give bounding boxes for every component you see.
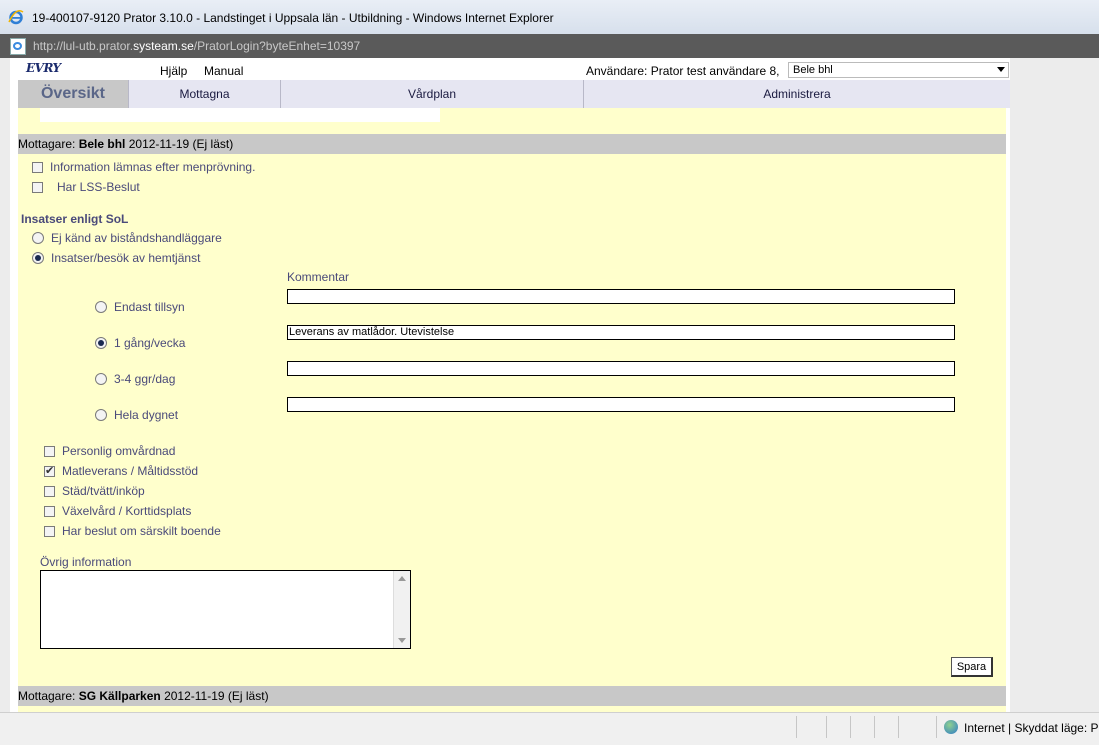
browser-viewport: EVRY Hjälp Manual Användare: Prator test… [0,58,1099,712]
checkbox[interactable] [44,486,55,497]
status-divider [796,716,797,738]
checkbox[interactable] [32,162,43,173]
check-lss-beslut[interactable]: Har LSS-Beslut [32,180,140,194]
check-menprovning[interactable]: Information lämnas efter menprövning. [32,160,255,174]
checkbox[interactable] [44,526,55,537]
radio-hela-dygnet[interactable]: Hela dygnet [95,408,178,422]
checkbox[interactable] [44,446,55,457]
internet-explorer-icon [8,10,24,25]
radio-1-gang-vecka[interactable]: 1 gång/vecka [95,336,185,350]
security-zone[interactable]: Internet | Skyddat läge: På [964,721,1099,735]
page-icon [10,38,26,55]
receiver-name: Bele bhl [78,137,126,151]
section-title-sol: Insatser enligt SoL [21,212,129,226]
radio-hemtjanst[interactable]: Insatser/besök av hemtjänst [32,251,200,265]
chevron-down-icon [997,67,1005,72]
scroll-up-icon[interactable] [398,576,406,581]
help-menu[interactable]: Hjälp [160,64,187,78]
status-divider [850,716,851,738]
radio-endast-tillsyn[interactable]: Endast tillsyn [95,300,185,314]
window-title: 19-400107-9120 Prator 3.10.0 - Landsting… [32,11,554,25]
comment-input-1-gang-vecka[interactable]: Leverans av matlådor. Utevistelse [287,325,955,340]
top-field [40,108,440,122]
checkbox[interactable] [44,464,55,477]
check-stad-tvatt-inkop[interactable]: Städ/tvätt/inköp [44,484,145,498]
tab-mottagna[interactable]: Mottagna [129,80,281,108]
receiver-content: Mottagare: Bele bhl 2012-11-19 (Ej läst)… [18,108,1006,712]
receiver-header-2: Mottagare: SG Källparken 2012-11-19 (Ej … [18,686,1006,706]
other-info-label: Övrig information [40,555,132,569]
check-personlig-omvardnad[interactable]: Personlig omvårdnad [44,444,175,458]
radio-button[interactable] [95,301,107,313]
status-bar: Internet | Skyddat läge: På [0,712,1099,745]
comment-input-endast-tillsyn[interactable] [287,289,955,304]
radio-button[interactable] [32,232,44,244]
main-tabs: Översikt Mottagna Vårdplan Administrera [18,80,1010,108]
receiver-header: Mottagare: Bele bhl 2012-11-19 (Ej läst) [18,134,1006,154]
check-matleverans[interactable]: Matleverans / Måltidsstöd [44,464,198,478]
check-sarskilt-boende[interactable]: Har beslut om särskilt boende [44,524,221,538]
receiver-name-2: SG Källparken [78,689,161,703]
radio-button[interactable] [95,409,107,421]
scrollbar[interactable] [393,571,410,648]
user-label: Användare: Prator test användare 8, [586,64,780,78]
scroll-down-icon[interactable] [398,638,406,643]
status-divider [826,716,827,738]
window-title-bar: 19-400107-9120 Prator 3.10.0 - Landsting… [0,0,1099,35]
radio-3-4-ggr-dag[interactable]: 3-4 ggr/dag [95,372,175,386]
evry-logo: EVRY [26,61,61,75]
radio-button[interactable] [95,337,107,349]
tab-administrera[interactable]: Administrera [584,80,1010,108]
status-divider [898,716,899,738]
status-divider [874,716,875,738]
globe-icon [944,720,958,734]
unit-select[interactable]: Bele bhl [788,62,1009,78]
check-vaxelvard[interactable]: Växelvård / Korttidsplats [44,504,191,518]
other-info-textarea[interactable] [40,570,411,649]
prator-app: EVRY Hjälp Manual Användare: Prator test… [10,58,1010,712]
address-url[interactable]: http://lul-utb.prator.systeam.se/PratorL… [33,39,360,53]
status-divider [936,716,937,738]
manual-menu[interactable]: Manual [204,64,243,78]
app-header: EVRY Hjälp Manual Användare: Prator test… [10,58,1010,80]
comment-input-hela-dygnet[interactable] [287,397,955,412]
tab-vardplan[interactable]: Vårdplan [281,80,584,108]
save-button[interactable]: Spara [951,657,993,677]
tab-oversikt[interactable]: Översikt [18,80,129,108]
unit-select-value: Bele bhl [793,64,833,76]
radio-button[interactable] [32,252,44,264]
comment-label: Kommentar [287,270,350,284]
address-bar[interactable]: http://lul-utb.prator.systeam.se/PratorL… [0,34,1099,58]
comment-input-3-4-ggr-dag[interactable] [287,361,955,376]
page-background [1010,58,1099,712]
radio-ej-kand[interactable]: Ej känd av biståndshandläggare [32,231,222,245]
checkbox[interactable] [32,182,43,193]
radio-button[interactable] [95,373,107,385]
checkbox[interactable] [44,506,55,517]
